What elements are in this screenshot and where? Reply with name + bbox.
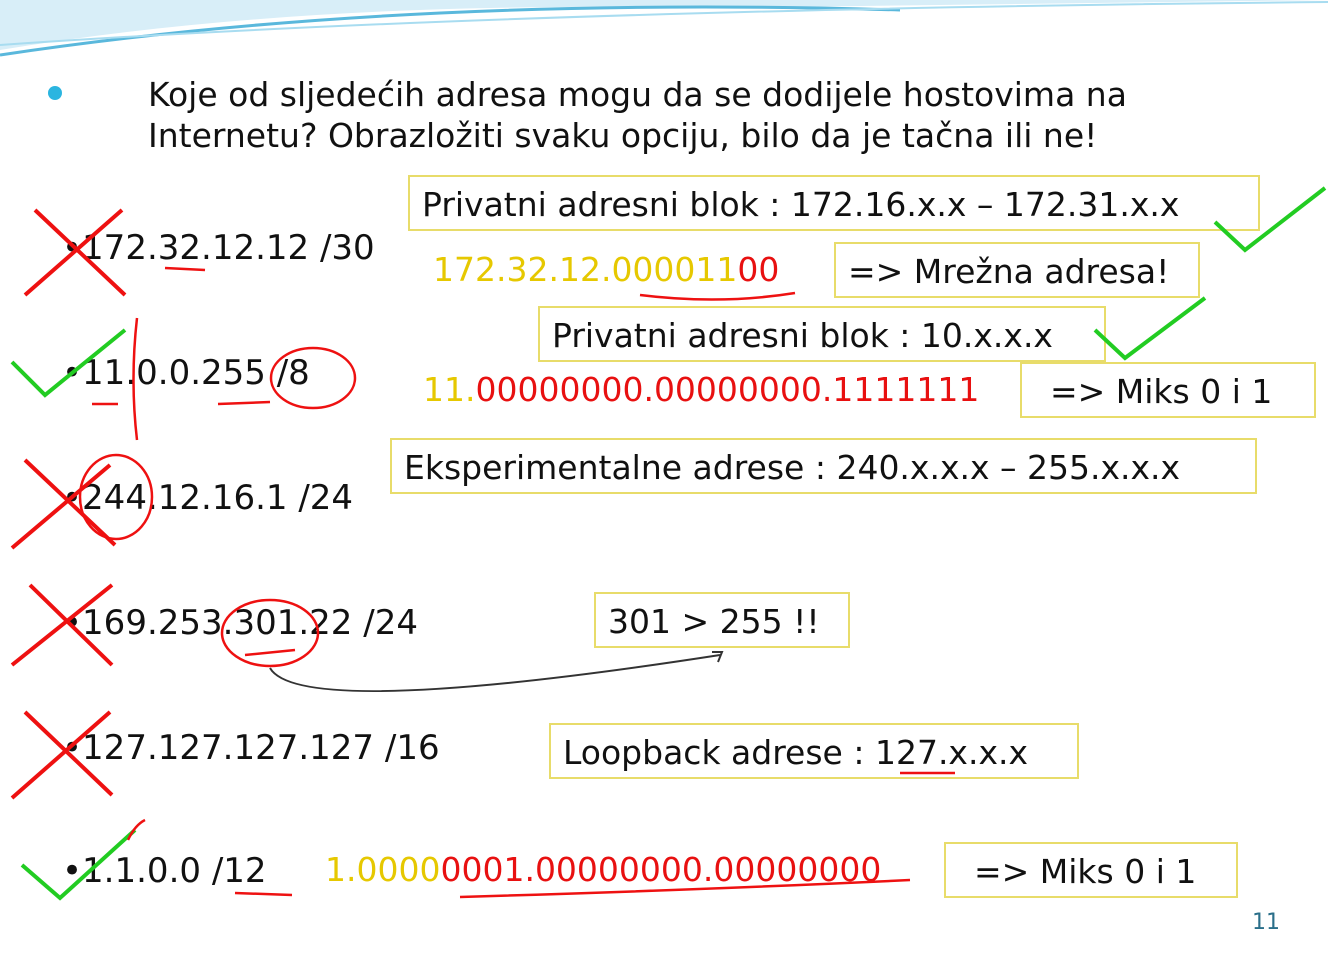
private-block-172-box: Privatni adresni blok : 172.16.x.x – 172…	[408, 175, 1260, 231]
private-block-10-box: Privatni adresni blok : 10.x.x.x	[538, 306, 1106, 362]
mix-box-1: => Miks 0 i 1	[1020, 362, 1316, 418]
bullet	[48, 86, 62, 100]
question-line-2: Internetu? Obrazložiti svaku opciju, bil…	[148, 116, 1098, 155]
binary-part: 11.	[423, 370, 476, 409]
arrow	[269, 654, 721, 693]
binary-part: 0001.00000000.00000000	[440, 850, 882, 889]
address-item: •172.32.12.12 /30	[62, 228, 375, 268]
binary-part: 172.32.12.000011	[433, 250, 738, 289]
arrow-head-icon	[712, 651, 724, 663]
address-item: •11.0.0.255 /8	[62, 353, 310, 393]
question: Koje od sljedećih adresa mogu da se dodi…	[148, 74, 1127, 156]
address-item: •169.253.301.22 /24	[62, 603, 418, 643]
binary-part: 00000000.00000000.1111111	[475, 370, 980, 409]
binary-11: 11.00000000.00000000.1111111	[423, 370, 979, 409]
address-item: •127.127.127.127 /16	[62, 728, 440, 768]
page-number: 11	[1252, 910, 1280, 935]
binary-1: 1.00000001.00000000.00000000	[325, 850, 881, 889]
question-line-1: Koje od sljedećih adresa mogu da se dodi…	[148, 75, 1127, 114]
address-item: •244.12.16.1 /24	[62, 478, 354, 518]
address-item: •1.1.0.0 /12	[62, 851, 267, 891]
experimental-box: Eksperimentalne adrese : 240.x.x.x – 255…	[390, 438, 1257, 494]
network-address-box: => Mrežna adresa!	[834, 242, 1200, 298]
binary-part: 00	[737, 250, 780, 289]
loopback-box: Loopback adrese : 127.x.x.x	[549, 723, 1079, 779]
binary-172: 172.32.12.00001100	[433, 250, 779, 289]
mix-box-2: => Miks 0 i 1	[944, 842, 1238, 898]
binary-part: 1.0000	[325, 850, 441, 889]
over-255-box: 301 > 255 !!	[594, 592, 850, 648]
